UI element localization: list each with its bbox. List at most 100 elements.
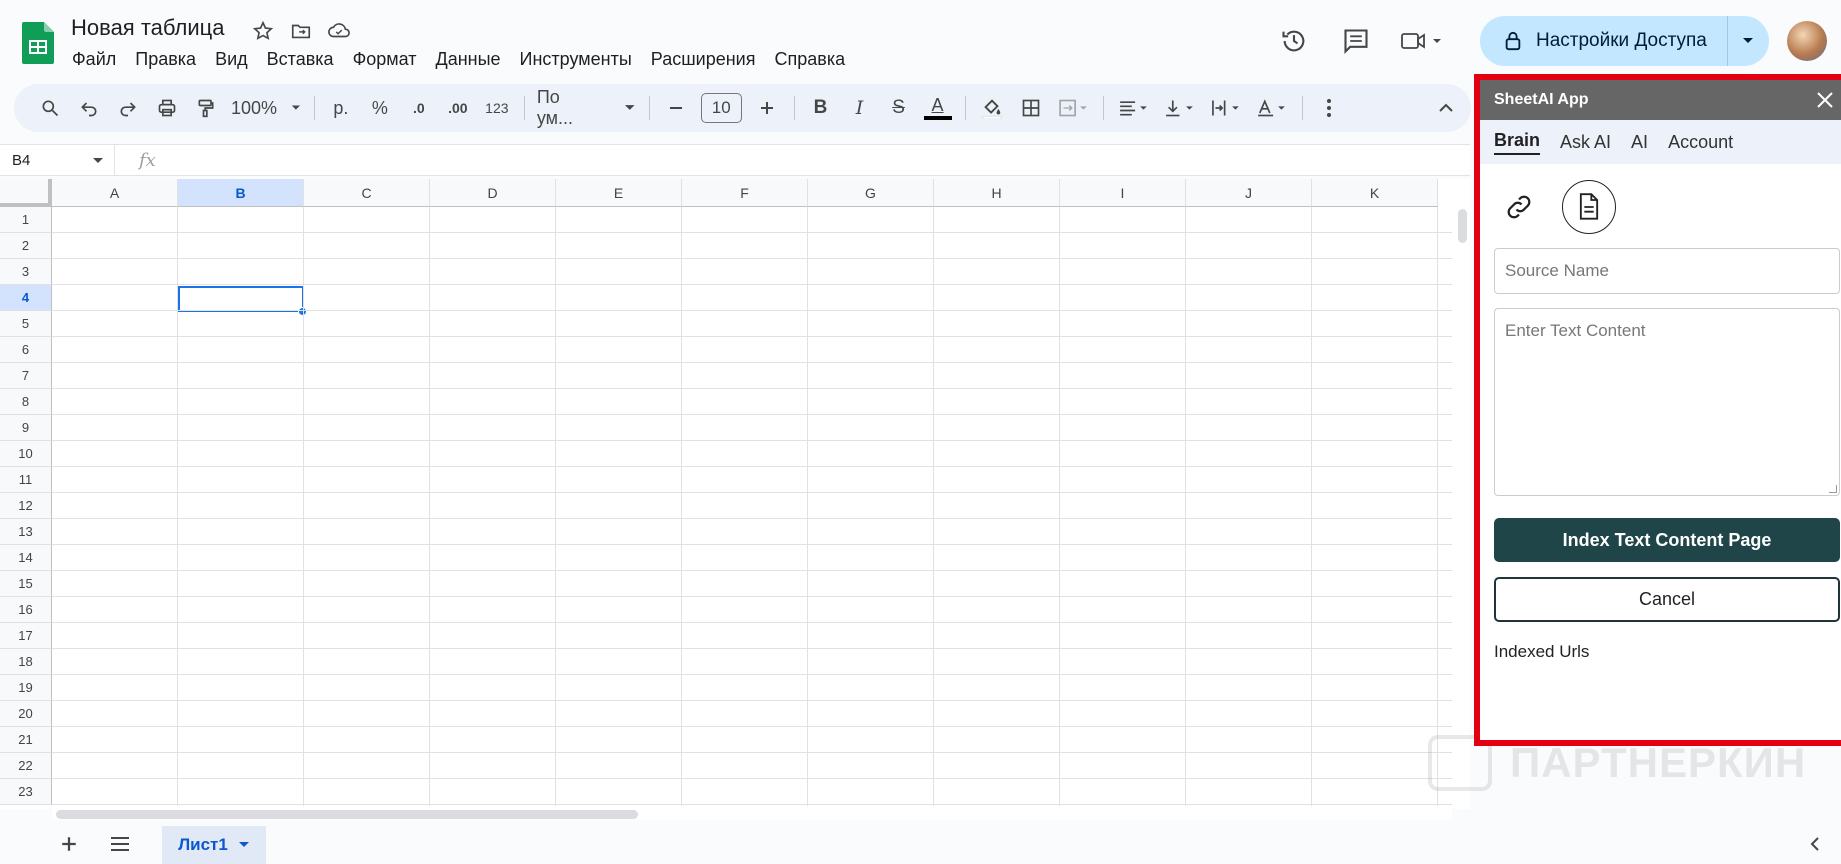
collapse-toolbar-icon[interactable] [1432,92,1460,124]
zoom-select[interactable]: 100% [231,92,301,124]
row-header[interactable]: 4 [0,285,52,311]
share-button[interactable]: Настройки Доступа [1480,16,1769,66]
menu-format[interactable]: Формат [353,49,417,70]
currency-format-button[interactable]: р. [327,92,355,124]
paint-format-icon[interactable] [192,92,220,124]
row-header[interactable]: 3 [0,259,52,285]
column-header[interactable]: F [682,179,808,207]
column-header[interactable]: J [1186,179,1312,207]
row-header[interactable]: 20 [0,701,52,727]
chevron-left-icon[interactable] [1810,836,1820,857]
tab-brain[interactable]: Brain [1494,130,1541,155]
percent-format-button[interactable]: % [366,92,394,124]
close-icon[interactable] [1813,88,1837,112]
column-header[interactable]: E [556,179,682,207]
menu-view[interactable]: Вид [215,49,248,70]
row-header[interactable]: 12 [0,493,52,519]
row-header[interactable]: 10 [0,441,52,467]
comments-icon[interactable] [1332,17,1380,65]
text-color-button[interactable]: A [923,92,952,124]
menu-extensions[interactable]: Расширения [651,49,756,70]
row-header[interactable]: 7 [0,363,52,389]
row-header[interactable]: 5 [0,311,52,337]
menu-insert[interactable]: Вставка [267,49,334,70]
horizontal-align-icon[interactable] [1116,92,1151,124]
row-header[interactable]: 14 [0,545,52,571]
menu-edit[interactable]: Правка [135,49,196,70]
menu-help[interactable]: Справка [774,49,845,70]
row-header[interactable]: 15 [0,571,52,597]
resize-handle-icon[interactable] [1829,485,1837,493]
more-options-icon[interactable] [1315,92,1343,124]
text-wrap-icon[interactable] [1208,92,1243,124]
document-title[interactable]: Новая таблица [71,15,224,41]
version-history-icon[interactable] [1270,17,1318,65]
row-header[interactable]: 13 [0,519,52,545]
increase-decimal-button[interactable]: .00 [444,92,472,124]
row-header[interactable]: 16 [0,597,52,623]
cancel-button[interactable]: Cancel [1494,577,1840,622]
document-icon[interactable] [1562,180,1616,234]
vertical-align-icon[interactable] [1162,92,1197,124]
strikethrough-button[interactable]: S [885,92,913,124]
text-rotation-icon[interactable] [1254,92,1289,124]
tab-account[interactable]: Account [1668,132,1733,153]
index-text-content-button[interactable]: Index Text Content Page [1494,518,1840,562]
redo-icon[interactable] [114,92,142,124]
source-name-input[interactable]: Source Name [1494,248,1840,294]
print-icon[interactable] [153,92,181,124]
row-header[interactable]: 23 [0,779,52,805]
all-sheets-icon[interactable] [110,836,130,857]
font-select[interactable]: По ум... [537,87,636,128]
bold-button[interactable]: B [807,92,835,124]
column-header[interactable]: I [1060,179,1186,207]
decrease-font-size-icon[interactable] [662,92,690,124]
column-header[interactable]: A [52,179,178,207]
column-header[interactable]: K [1312,179,1438,207]
star-icon[interactable] [250,18,276,44]
tab-ai[interactable]: AI [1631,132,1648,153]
move-folder-icon[interactable] [288,18,314,44]
share-dropdown-icon[interactable] [1726,16,1769,66]
add-sheet-icon[interactable] [60,832,78,860]
column-header[interactable]: D [430,179,556,207]
cloud-status-icon[interactable] [326,18,352,44]
increase-font-size-icon[interactable] [753,92,781,124]
column-header[interactable]: G [808,179,934,207]
fill-color-icon[interactable] [978,92,1006,124]
italic-button[interactable]: I [846,92,874,124]
select-all-corner[interactable] [0,179,52,207]
row-header[interactable]: 8 [0,389,52,415]
search-icon[interactable] [36,92,64,124]
row-header[interactable]: 22 [0,753,52,779]
meet-video-icon[interactable] [1394,17,1450,65]
vertical-scrollbar[interactable] [1458,209,1467,243]
row-header[interactable]: 6 [0,337,52,363]
undo-icon[interactable] [75,92,103,124]
text-content-textarea[interactable]: Enter Text Content [1494,308,1840,496]
column-header[interactable]: H [934,179,1060,207]
merge-cells-icon[interactable] [1056,92,1091,124]
row-header[interactable]: 17 [0,623,52,649]
avatar[interactable] [1786,21,1827,61]
row-header[interactable]: 19 [0,675,52,701]
spreadsheet-grid[interactable]: A B C D E F G H I J K 1 2 3 4 5 6 7 8 9 10 11 12 13 14 15 16 17 18 19… [0,179,1470,809]
row-header[interactable]: 2 [0,233,52,259]
row-header[interactable]: 21 [0,727,52,753]
borders-icon[interactable] [1017,92,1045,124]
sheet-tab[interactable]: Лист1 [162,826,266,864]
link-icon[interactable] [1494,182,1544,232]
column-header[interactable]: B [178,179,304,207]
menu-tools[interactable]: Инструменты [520,49,632,70]
font-size-input[interactable]: 10 [700,93,742,123]
decrease-decimal-button[interactable]: .0 [405,92,433,124]
sheets-logo-icon[interactable] [22,22,54,64]
selected-cell[interactable] [178,286,304,312]
menu-file[interactable]: Файл [72,49,116,70]
menu-data[interactable]: Данные [436,49,501,70]
tab-ask-ai[interactable]: Ask AI [1560,132,1611,153]
horizontal-scrollbar[interactable] [56,810,638,819]
number-format-button[interactable]: 123 [483,92,511,124]
row-header[interactable]: 11 [0,467,52,493]
row-header[interactable]: 9 [0,415,52,441]
